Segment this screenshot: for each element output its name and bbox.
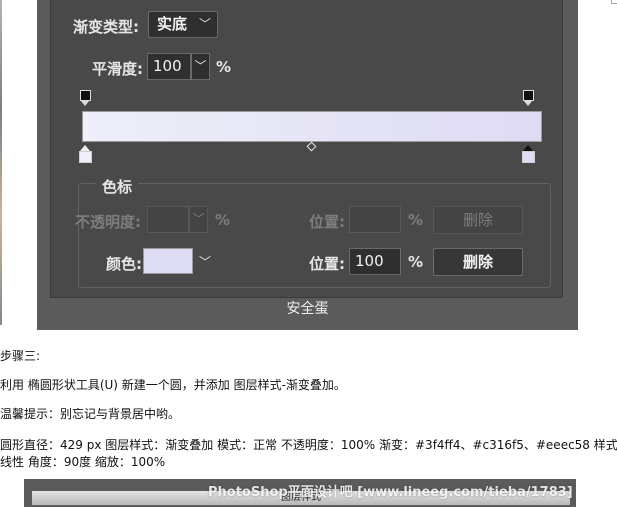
opacity-input	[147, 206, 189, 233]
gradient-type-value: 实底	[157, 15, 188, 33]
opacity-stop-right[interactable]	[523, 90, 534, 108]
right-edge-fragment	[611, 0, 617, 4]
opacity-chevron-down-icon: ﹀	[189, 206, 208, 233]
gradient-editor-screenshot: 渐变类型: 实底 ﹀ 平滑度: 100 ﹀ % 色标 不透明度: ﹀ % 位置:…	[37, 0, 578, 330]
watermark: PhotoShop平面设计吧 [www.lineeg.com/tieba/178…	[208, 485, 573, 500]
smoothness-label: 平滑度:	[92, 60, 143, 78]
screenshot-bottom-border	[37, 320, 578, 330]
gradient-type-dropdown[interactable]: 实底 ﹀	[148, 11, 218, 38]
spec-line-2: 线性 角度：90度 缩放：100%	[0, 455, 166, 469]
color-stop-left[interactable]	[79, 145, 92, 163]
chevron-down-icon: ﹀	[198, 17, 211, 31]
color-delete-button[interactable]: 删除	[433, 248, 523, 276]
tip-line: 温馨提示：别忘记与背景居中哟。	[0, 407, 181, 421]
color-location-unit: %	[408, 253, 424, 271]
screenshot-caption: 安全蛋	[286, 301, 329, 317]
left-edge-strip	[0, 0, 2, 325]
smoothness-input[interactable]: 100	[147, 53, 191, 80]
opacity-location-input	[349, 206, 401, 233]
step-heading: 步骤三:	[0, 349, 41, 363]
opacity-stop-left[interactable]	[80, 90, 91, 108]
gradient-type-label: 渐变类型:	[73, 18, 139, 36]
gradient-midpoint-diamond[interactable]	[306, 141, 317, 152]
color-location-label: 位置:	[309, 255, 345, 273]
gradient-editor-panel: 渐变类型: 实底 ﹀ 平滑度: 100 ﹀ % 色标 不透明度: ﹀ % 位置:…	[50, 0, 563, 298]
opacity-unit: %	[215, 211, 231, 229]
instruction-line: 利用 椭圆形状工具(U) 新建一个圆，并添加 图层样式-渐变叠加。	[0, 378, 346, 392]
opacity-delete-button: 删除	[433, 206, 523, 234]
spec-line-1: 圆形直径：429 px 图层样式：渐变叠加 模式：正常 不透明度：100% 渐变…	[0, 438, 617, 452]
gradient-preview-bar[interactable]	[82, 111, 542, 142]
color-chevron-down-icon[interactable]: ﹀	[199, 253, 211, 270]
smoothness-unit: %	[216, 58, 232, 76]
color-stops-title: 色标	[96, 176, 139, 197]
opacity-location-label: 位置:	[309, 213, 345, 231]
color-location-input[interactable]: 100	[349, 248, 401, 275]
opacity-location-unit: %	[408, 211, 424, 229]
opacity-label: 不透明度:	[75, 213, 141, 231]
smoothness-chevron-down-icon[interactable]: ﹀	[191, 53, 210, 80]
color-label: 颜色:	[106, 255, 142, 273]
color-stop-right-selected[interactable]	[522, 145, 535, 163]
color-swatch[interactable]	[143, 248, 193, 274]
